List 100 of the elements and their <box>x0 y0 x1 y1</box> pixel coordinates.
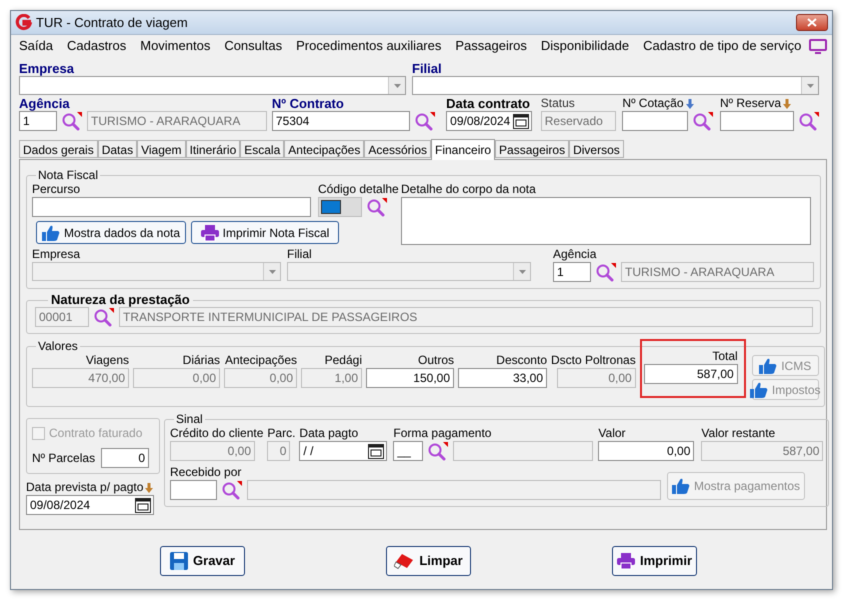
menu-item[interactable]: Cadastros <box>66 36 126 56</box>
action-button[interactable]: Limpar <box>386 546 471 576</box>
dropdown-arrow-icon[interactable] <box>268 270 276 274</box>
input-field[interactable]: 0 <box>101 448 150 468</box>
calendar-icon[interactable] <box>513 114 530 128</box>
text-area[interactable] <box>401 197 811 245</box>
menu-item[interactable]: Disponibilidade <box>540 36 630 56</box>
input-field[interactable]: 75304 <box>272 111 410 131</box>
tab[interactable]: Itinerário <box>186 140 240 158</box>
color-swatch[interactable] <box>318 197 362 217</box>
input-field[interactable]: TURISMO - ARARAQUARA <box>621 262 814 282</box>
field-label: Detalhe do corpo da nota <box>401 182 537 197</box>
field-label: Outros <box>418 353 454 368</box>
dropdown-arrow-icon[interactable] <box>518 270 526 274</box>
tab[interactable]: Diversos <box>569 140 624 158</box>
input-field[interactable]: 33,00 <box>458 368 547 388</box>
arrow-down-icon <box>783 98 792 108</box>
search-icon[interactable] <box>427 441 450 461</box>
close-icon[interactable] <box>807 18 817 27</box>
field-label: Filial <box>287 247 313 262</box>
field-label: Data pagto <box>299 426 360 441</box>
calendar-icon[interactable] <box>135 498 151 512</box>
thumbs-up-icon <box>42 224 60 240</box>
tab[interactable]: Escala <box>240 140 284 158</box>
field-label: Data contrato <box>446 96 531 111</box>
input-field[interactable]: 1 <box>19 111 57 131</box>
input-field[interactable] <box>453 441 594 461</box>
menu-item[interactable]: Cadastro de tipo de serviço <box>643 36 802 56</box>
dropdown[interactable] <box>412 76 819 95</box>
tab[interactable]: Viagem <box>137 140 186 158</box>
date-field[interactable]: 09/08/2024 <box>446 111 532 131</box>
action-button[interactable]: Mostra dados da nota <box>36 221 186 244</box>
tab[interactable]: Datas <box>98 140 138 158</box>
printer-icon <box>616 553 635 569</box>
input-field[interactable]: __ <box>393 441 424 461</box>
menu-item[interactable]: Saída <box>19 36 53 56</box>
close-button[interactable] <box>796 14 828 31</box>
field-label: Filial <box>412 61 443 76</box>
input-field[interactable]: TRANSPORTE INTERMUNICIPAL DE PASSAGEIROS <box>119 307 813 327</box>
date-field[interactable]: 09/08/2024 <box>26 495 154 515</box>
input-field[interactable]: Reservado <box>540 111 616 131</box>
input-field[interactable]: 587,00 <box>701 441 824 461</box>
tab[interactable]: Acessórios <box>364 140 432 158</box>
calendar-icon[interactable] <box>368 444 384 458</box>
input-field[interactable] <box>622 111 688 131</box>
dropdown-arrow-icon[interactable] <box>394 84 400 88</box>
input-field[interactable]: 00001 <box>35 307 89 327</box>
field-label: Código detalhe <box>318 182 399 197</box>
field-label: Parc. <box>267 426 296 441</box>
input-field[interactable] <box>720 111 794 131</box>
action-button[interactable]: Imprimir <box>612 546 697 576</box>
input-field[interactable]: 0 <box>267 441 290 461</box>
printer-icon <box>200 224 219 240</box>
field-label: Desconto <box>496 353 547 368</box>
search-icon[interactable] <box>61 111 83 131</box>
menu-item[interactable]: Passageiros <box>455 36 527 56</box>
tab[interactable]: Dados gerais <box>19 140 98 158</box>
tab[interactable]: Passageiros <box>495 140 570 158</box>
field-label: Total <box>712 349 738 364</box>
search-icon[interactable] <box>366 197 388 217</box>
dropdown[interactable] <box>19 76 406 95</box>
input-field[interactable]: TURISMO - ARARAQUARA <box>87 111 267 131</box>
search-icon[interactable] <box>798 111 820 131</box>
input-field[interactable] <box>170 480 217 500</box>
search-icon[interactable] <box>414 111 436 131</box>
search-icon[interactable] <box>93 307 115 327</box>
field-label: Dscto Poltronas <box>551 353 636 368</box>
group-title: Valores <box>37 339 79 353</box>
action-button[interactable]: Gravar <box>160 546 245 576</box>
monitor-icon[interactable] <box>809 38 828 54</box>
input-field[interactable] <box>247 480 661 500</box>
input-field[interactable]: 587,00 <box>644 364 738 384</box>
input-field[interactable]: 0,00 <box>598 441 694 461</box>
thumbs-up-icon <box>750 382 768 398</box>
menu-item[interactable]: Movimentos <box>140 36 210 56</box>
input-field[interactable]: 0,00 <box>170 441 255 461</box>
search-icon[interactable] <box>595 262 617 282</box>
tab[interactable]: Financeiro <box>431 139 496 160</box>
menu-item[interactable]: Consultas <box>224 36 282 56</box>
menu-item[interactable]: Procedimentos auxiliares <box>296 36 442 56</box>
action-button[interactable]: Imprimir Nota Fiscal <box>191 221 339 244</box>
input-field[interactable] <box>32 197 311 217</box>
field-label: Empresa <box>19 61 75 76</box>
tab[interactable]: Antecipações <box>284 140 364 158</box>
field-label: Nº Cotação <box>622 96 684 111</box>
field-label: Nº Parcelas <box>32 450 96 466</box>
input-field[interactable]: 150,00 <box>366 368 454 388</box>
arrow-down-icon <box>145 482 154 492</box>
eraser-icon <box>394 553 414 569</box>
field-label: Nº Reserva <box>720 96 782 111</box>
input-field[interactable]: 1 <box>553 262 591 282</box>
search-icon[interactable] <box>692 111 714 131</box>
field-label: Agência <box>19 96 71 111</box>
search-icon[interactable] <box>221 480 243 500</box>
field-label: Data prevista p/ pagto <box>26 480 144 495</box>
date-field[interactable]: / / <box>299 441 388 461</box>
thumbs-up-icon <box>759 358 778 374</box>
field-label: Viagens <box>86 353 129 368</box>
field-label: Antecipações <box>224 353 297 368</box>
dropdown-arrow-icon[interactable] <box>806 84 814 88</box>
